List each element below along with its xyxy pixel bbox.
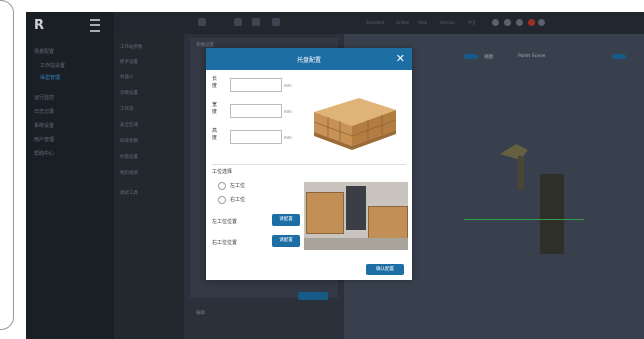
station-photo <box>304 182 408 250</box>
photo-robot <box>346 186 366 230</box>
right-station-radio[interactable] <box>218 196 226 204</box>
right-station-label: 右工位 <box>230 197 246 203</box>
left-station-radio[interactable] <box>218 182 226 190</box>
height-unit: mm <box>284 135 292 140</box>
pallet-config-dialog: 托盘配置 ✕ 长度 mm 宽度 mm 高度 mm 工位选择 左工位 右工位 左工… <box>206 48 412 280</box>
left-config-label: 左工位位置 <box>212 219 238 225</box>
dialog-divider <box>212 164 406 165</box>
photo-floor <box>304 238 408 250</box>
length-unit: mm <box>284 83 292 88</box>
station-section-title: 工位选择 <box>212 169 233 175</box>
app-window: R 场景配置 工作站设置 垛型管理 运行监控 日志记录 系统设置 用户管理 帮助… <box>26 12 644 339</box>
height-label: 高度 <box>212 128 218 141</box>
width-unit: mm <box>284 109 292 114</box>
dialog-header: 托盘配置 ✕ <box>206 48 412 70</box>
left-station-label: 左工位 <box>230 183 246 189</box>
pallet-illustration <box>313 98 397 150</box>
dialog-title: 托盘配置 <box>296 57 321 64</box>
height-input[interactable] <box>230 130 282 144</box>
close-icon[interactable]: ✕ <box>396 52 405 65</box>
length-input[interactable] <box>230 78 282 92</box>
length-label: 长度 <box>212 76 218 89</box>
photo-box-stack-left <box>306 192 344 234</box>
width-label: 宽度 <box>212 102 218 115</box>
width-input[interactable] <box>230 104 282 118</box>
left-config-button[interactable]: 请配置 <box>272 214 300 226</box>
right-config-button[interactable]: 请配置 <box>272 235 300 247</box>
confirm-button[interactable]: 确认配置 <box>366 264 404 275</box>
right-config-label: 右工位位置 <box>212 240 238 246</box>
device-frame <box>0 0 14 330</box>
